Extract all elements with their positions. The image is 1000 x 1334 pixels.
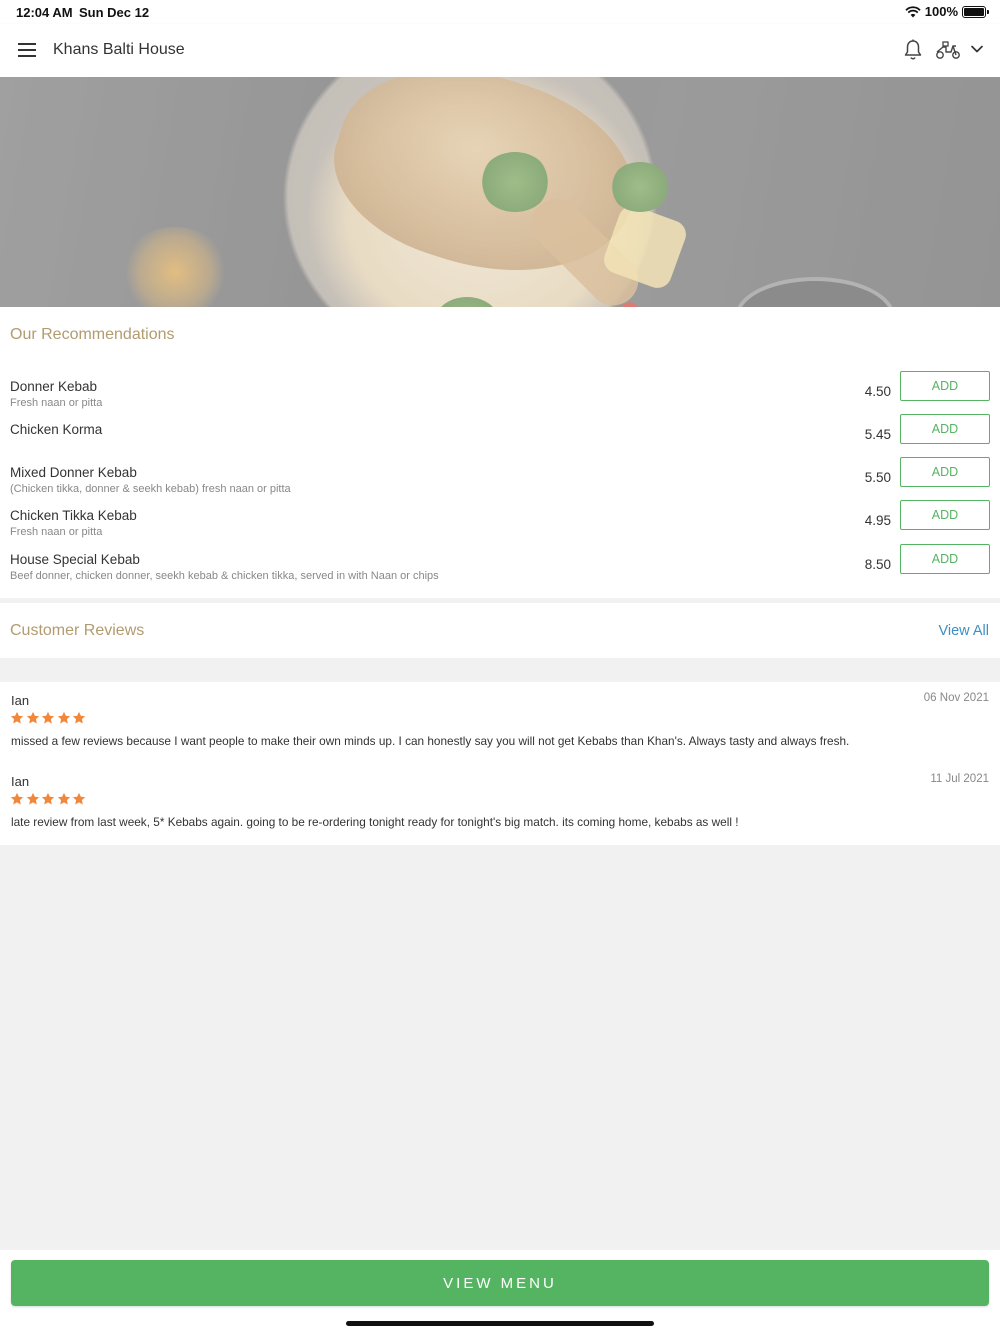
restaurant-title: Khans Balti House	[53, 41, 185, 58]
reviews-title: Customer Reviews	[10, 622, 145, 639]
star-icon	[72, 792, 86, 805]
home-indicator	[346, 1321, 654, 1326]
item-price: 5.45	[864, 427, 891, 442]
status-date: Sun Dec 12	[79, 5, 150, 20]
item-price: 5.50	[864, 470, 891, 485]
review-author: Ian	[11, 693, 30, 708]
item-description: (Chicken tikka, donner & seekh kebab) fr…	[10, 483, 291, 495]
star-icon	[57, 711, 70, 724]
add-button[interactable]: ADD	[900, 544, 990, 574]
item-description: Beef donner, chicken donner, seekh kebab…	[10, 570, 439, 582]
star-icon	[41, 792, 55, 805]
list-item: Mixed Donner Kebab (Chicken tikka, donne…	[0, 457, 1000, 508]
view-menu-button[interactable]: VIEW MENU	[11, 1260, 989, 1306]
add-button[interactable]: ADD	[900, 371, 990, 401]
battery-percent: 100%	[924, 4, 958, 19]
star-rating	[10, 792, 86, 806]
battery-icon	[962, 5, 989, 18]
recommendations-section: Our Recommendations Donner Kebab Fresh n…	[0, 307, 1000, 598]
status-right: 100%	[905, 4, 989, 19]
item-name: Chicken Tikka Kebab	[10, 508, 137, 523]
scooter-icon[interactable]	[935, 38, 961, 62]
star-icon	[72, 711, 86, 724]
item-description: Fresh naan or pitta	[10, 397, 103, 409]
bell-icon[interactable]	[901, 38, 925, 62]
add-button[interactable]: ADD	[900, 457, 990, 487]
bottom-bar: VIEW MENU	[0, 1250, 1000, 1334]
add-button[interactable]: ADD	[900, 414, 990, 444]
review-date: 06 Nov 2021	[923, 692, 989, 704]
menu-icon[interactable]	[18, 43, 36, 57]
status-bar: 12:04 AM Sun Dec 12 100%	[0, 0, 1000, 24]
review-item: Ian 11 Jul 2021 late review from last we…	[0, 763, 1000, 843]
item-name: Mixed Donner Kebab	[10, 465, 137, 480]
star-icon	[26, 792, 39, 805]
hero-food-image	[0, 77, 1000, 307]
recommendations-title: Our Recommendations	[10, 326, 175, 343]
review-author: Ian	[11, 774, 30, 789]
star-icon	[26, 711, 39, 724]
chevron-down-icon[interactable]	[969, 41, 985, 57]
item-name: Chicken Korma	[10, 422, 103, 437]
review-text: late review from last week, 5* Kebabs ag…	[11, 815, 739, 829]
review-item: Ian 06 Nov 2021 missed a few reviews bec…	[0, 682, 1000, 762]
status-time: 12:04 AM	[16, 5, 73, 20]
star-rating	[10, 711, 86, 725]
star-icon	[10, 792, 24, 805]
app-bar: Khans Balti House	[0, 24, 1000, 77]
view-all-link[interactable]: View All	[938, 623, 989, 639]
wifi-icon	[905, 5, 921, 17]
list-item: Chicken Tikka Kebab Fresh naan or pitta …	[0, 500, 1000, 551]
review-date: 11 Jul 2021	[930, 773, 989, 785]
item-name: House Special Kebab	[10, 552, 140, 567]
list-item: Donner Kebab Fresh naan or pitta 4.50 AD…	[0, 371, 1000, 422]
item-price: 8.50	[864, 557, 891, 572]
star-icon	[57, 792, 70, 805]
item-price: 4.50	[864, 384, 891, 399]
list-item: House Special Kebab Beef donner, chicken…	[0, 544, 1000, 595]
review-text: missed a few reviews because I want peop…	[11, 734, 850, 748]
reviews-header: Customer Reviews View All	[0, 603, 1000, 658]
item-description: Fresh naan or pitta	[10, 526, 103, 538]
item-name: Donner Kebab	[10, 379, 98, 394]
item-price: 4.95	[864, 513, 891, 528]
add-button[interactable]: ADD	[900, 500, 990, 530]
star-icon	[10, 711, 24, 724]
reviews-list: Ian 06 Nov 2021 missed a few reviews bec…	[0, 682, 1000, 845]
star-icon	[41, 711, 55, 724]
list-item: Chicken Korma 5.45 ADD	[0, 414, 1000, 465]
